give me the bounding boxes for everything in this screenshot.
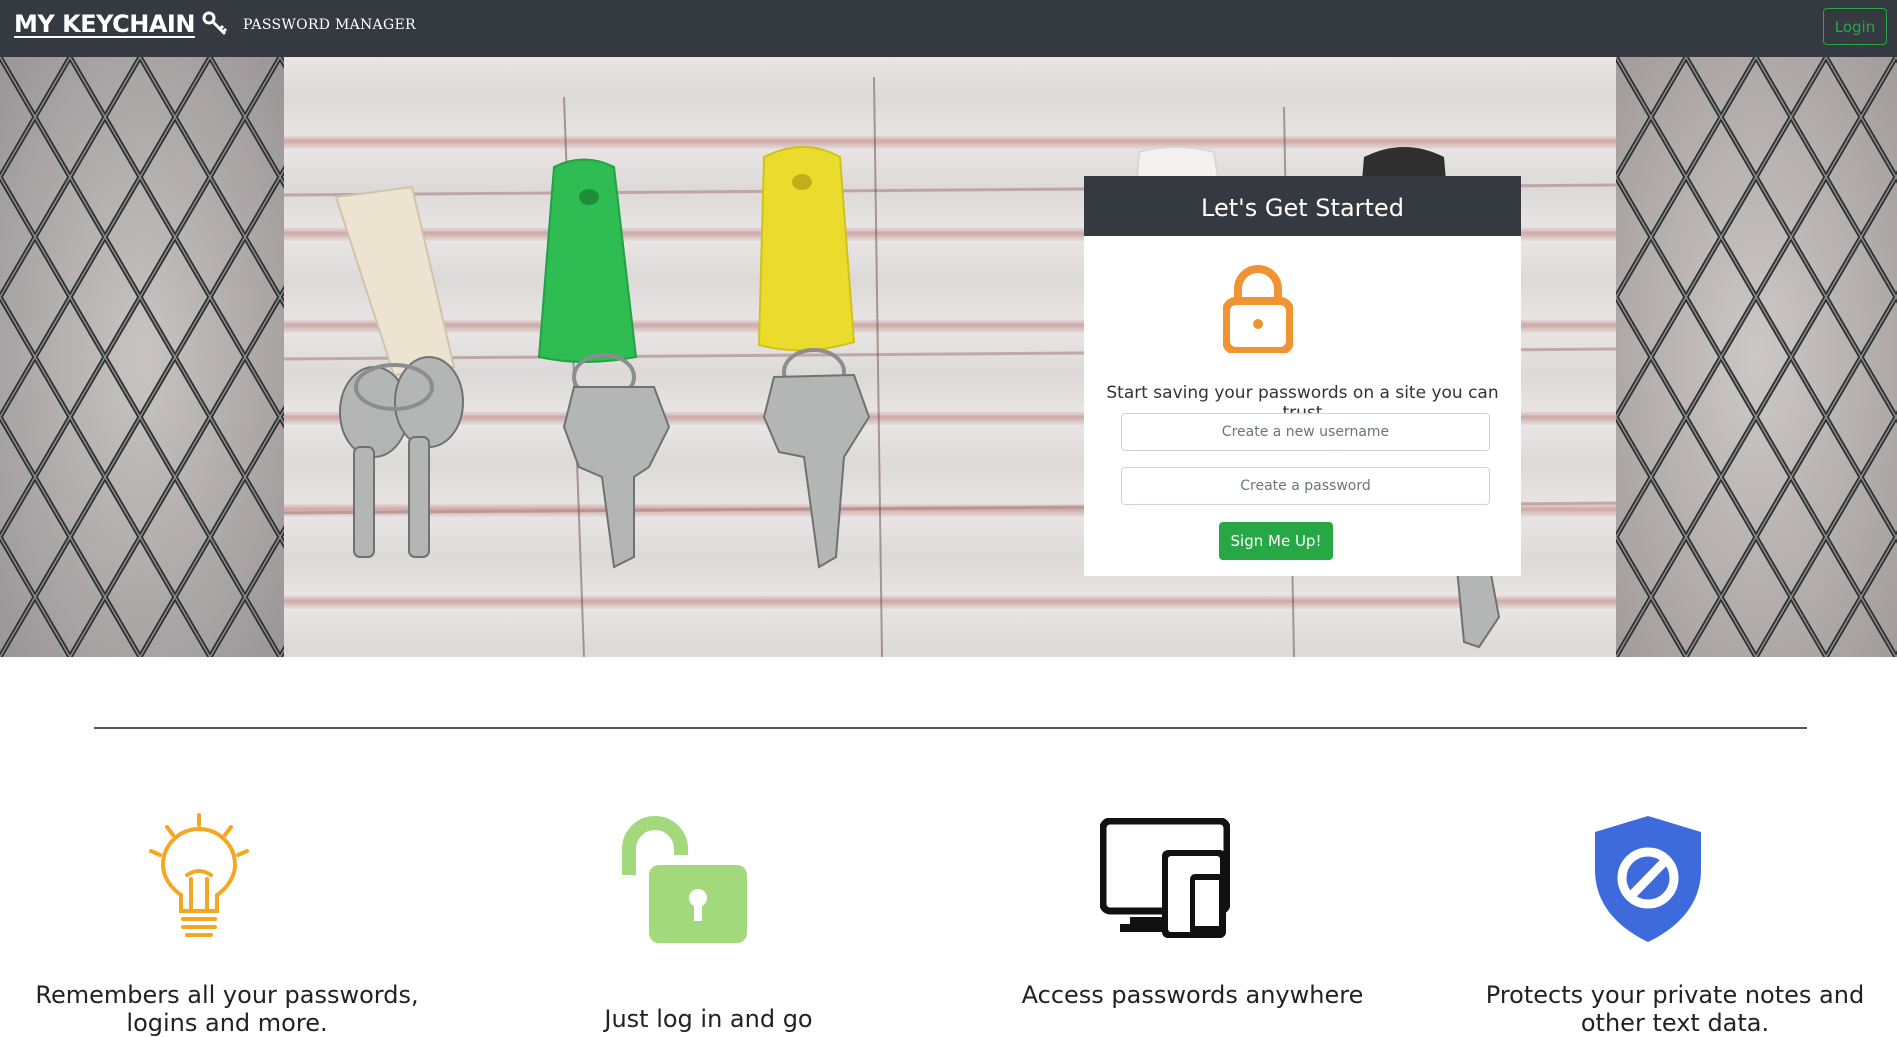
signup-title: Let's Get Started <box>1201 194 1404 222</box>
unlock-icon <box>622 816 747 943</box>
section-divider <box>94 727 1807 729</box>
feature-protects-text: Protects your private notes and other te… <box>1485 981 1865 1037</box>
chain-fence-image-left <box>0 57 284 657</box>
sign-up-button[interactable]: Sign Me Up! <box>1219 522 1333 560</box>
login-button[interactable]: Login <box>1823 8 1887 45</box>
hero-banner: Let's Get Started Start saving your pass… <box>0 57 1897 657</box>
navbar: MY KEYCHAIN PASSWORD MANAGER Login <box>0 0 1897 57</box>
chain-fence-image-right <box>1616 57 1897 657</box>
feature-remembers-text: Remembers all your passwords, logins and… <box>35 981 419 1037</box>
password-input[interactable] <box>1121 467 1490 505</box>
lightbulb-icon <box>149 813 249 937</box>
signup-card: Let's Get Started Start saving your pass… <box>1084 176 1521 576</box>
feature-anywhere-text: Access passwords anywhere <box>1021 981 1364 1009</box>
key-icon <box>202 11 228 35</box>
signup-card-header: Let's Get Started <box>1084 176 1521 236</box>
padlock-icon <box>1223 265 1293 353</box>
devices-icon <box>1100 818 1230 938</box>
shield-icon <box>1595 816 1701 942</box>
brand-logo[interactable]: MY KEYCHAIN <box>14 10 195 38</box>
feature-login-text: Just log in and go <box>604 1005 813 1033</box>
username-input[interactable] <box>1121 413 1490 451</box>
brand-tagline: PASSWORD MANAGER <box>243 17 416 33</box>
